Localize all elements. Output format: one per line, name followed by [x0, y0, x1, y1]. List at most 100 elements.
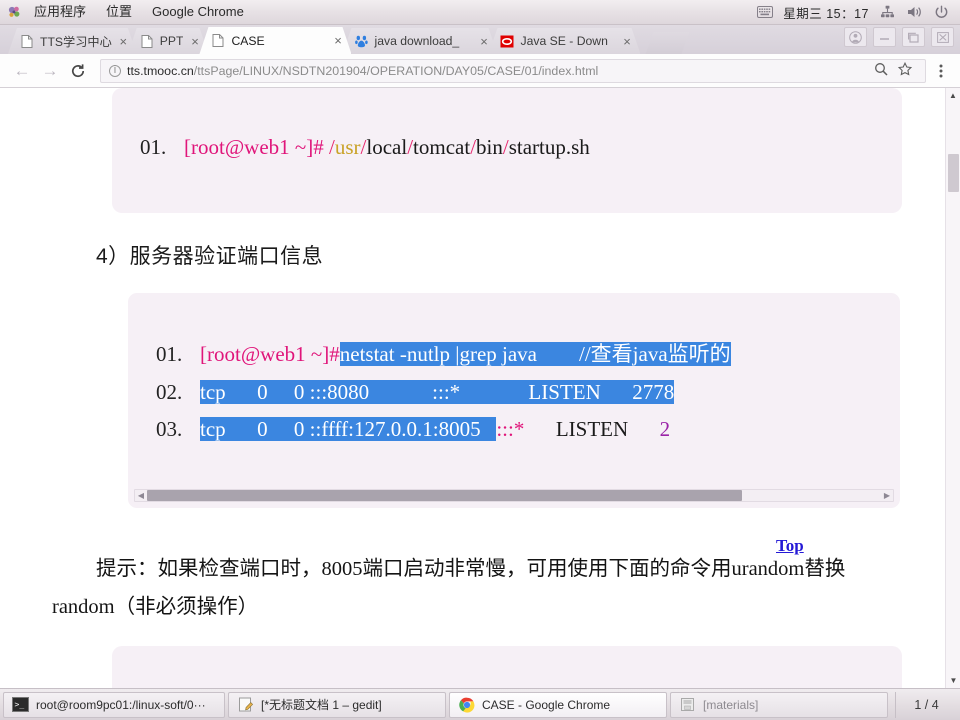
code-line-content: [root@web1 ~]#netstat -nutlp |grep java … [200, 338, 731, 368]
hscroll-thumb[interactable] [147, 490, 742, 501]
taskbar-item-label: [materials] [703, 697, 759, 712]
page-viewport[interactable]: 01. [root@web1 ~]# /usr/local/tomcat/bin… [0, 88, 960, 688]
line-number: 01. [140, 135, 167, 159]
tab-title: CASE [231, 33, 265, 48]
zoom-icon[interactable] [869, 62, 893, 79]
tab-java-se[interactable]: Java SE - Down × [488, 28, 640, 54]
taskbar-item-label: root@room9pc01:/linux-soft/0··· [36, 697, 206, 712]
panel-status-group: 星期三 15：17 [756, 3, 960, 22]
network-icon[interactable] [879, 4, 896, 21]
desktop-taskbar: >_ root@room9pc01:/linux-soft/0··· [*无标题… [0, 688, 960, 720]
screen-root: 应用程序 位置 Google Chrome 星期三 15：17 TTS学习中心 … [0, 0, 960, 720]
tab-title: java download_ [374, 34, 460, 48]
page-icon [20, 34, 34, 48]
tip-paragraph: 提示：如果检查端口时，8005端口启动非常慢，可用使用下面的命令用urandom… [52, 550, 882, 626]
code-seg: bin [476, 135, 503, 159]
code-block-partial [112, 646, 902, 688]
code-line: 01. [root@web1 ~]# /usr/local/tomcat/bin… [112, 135, 902, 160]
keyboard-icon[interactable] [756, 4, 773, 21]
scroll-right-arrow-icon[interactable]: ▶ [881, 491, 893, 500]
taskbar-item-label: CASE - Google Chrome [482, 697, 611, 712]
top-anchor-link[interactable]: Top [776, 536, 804, 556]
close-icon[interactable]: × [330, 33, 345, 48]
selected-text: netstat -nutlp |grep java //查看java监听的 [339, 342, 731, 366]
taskbar-item-chrome[interactable]: CASE - Google Chrome [449, 691, 667, 718]
three-dots-menu-icon[interactable] [930, 63, 952, 79]
taskbar-item-terminal[interactable]: >_ root@room9pc01:/linux-soft/0··· [3, 691, 225, 718]
code-line-content: [root@web1 ~]# /usr/local/tomcat/bin/sta… [184, 135, 590, 160]
chrome-icon [458, 696, 475, 713]
browser-toolbar: ← → i tts.tmooc.cn/ttsPage/LINUX/NSDTN20… [0, 54, 960, 88]
close-icon[interactable]: × [187, 34, 202, 49]
reload-icon[interactable] [64, 58, 92, 84]
scroll-left-arrow-icon[interactable]: ◀ [135, 491, 147, 500]
scroll-up-arrow-icon[interactable]: ▲ [946, 88, 960, 103]
close-icon[interactable] [931, 27, 954, 47]
chrome-window: TTS学习中心 × PPT × CASE × java download_ × … [0, 25, 960, 688]
panel-clock[interactable]: 星期三 15：17 [783, 3, 869, 22]
code-seg: LISTEN [524, 417, 660, 441]
workspace-indicator[interactable]: 1 / 4 [895, 691, 957, 718]
shell-prompt: [root@web1 ~]# [200, 342, 340, 366]
gnome-top-panel: 应用程序 位置 Google Chrome 星期三 15：17 [0, 0, 960, 25]
tab-title: TTS学习中心 [40, 35, 112, 49]
line-number: 01. [156, 342, 183, 366]
user-avatar-icon[interactable] [844, 27, 867, 47]
arrow-right-icon[interactable]: → [36, 58, 64, 84]
svg-text:>_: >_ [15, 700, 25, 709]
line-number: 03. [156, 417, 183, 441]
code-seg: local [366, 135, 408, 159]
tab-case[interactable]: CASE × [199, 27, 351, 54]
gnome-footprint-icon[interactable] [6, 4, 22, 20]
panel-menu-google-chrome[interactable]: Google Chrome [142, 2, 254, 22]
page-icon [140, 34, 154, 48]
url-host: tts.tmooc.cn [127, 63, 194, 78]
tab-java-download[interactable]: java download_ × [342, 28, 497, 54]
page-icon [211, 34, 225, 48]
window-controls [844, 27, 954, 47]
tab-title: PPT [159, 34, 184, 48]
volume-icon[interactable] [906, 4, 923, 21]
code-seg: usr [334, 135, 361, 159]
close-icon[interactable]: × [619, 34, 634, 49]
code-block-hscrollbar[interactable]: ◀ ▶ [134, 489, 894, 502]
address-bar[interactable]: i tts.tmooc.cn/ttsPage/LINUX/NSDTN201904… [100, 58, 926, 83]
code-line: 01. [root@web1 ~]#netstat -nutlp |grep j… [128, 338, 900, 368]
vscroll-thumb[interactable] [948, 154, 959, 192]
minimize-icon[interactable] [873, 27, 896, 47]
panel-menu-places[interactable]: 位置 [96, 2, 142, 22]
oracle-icon [500, 34, 514, 48]
tab-tts[interactable]: TTS学习中心 × [8, 28, 137, 54]
close-icon[interactable]: × [476, 34, 491, 49]
section-heading: 4）服务器验证端口信息 [96, 245, 324, 268]
code-line-content: tcp 0 0 ::ffff:127.0.0.1:8005 :::* LISTE… [200, 417, 670, 442]
page-vertical-scrollbar[interactable]: ▲ ▼ [945, 88, 960, 688]
taskbar-item-materials[interactable]: [materials] [670, 691, 888, 718]
info-icon[interactable]: i [109, 64, 121, 77]
selected-text: tcp 0 0 ::ffff:127.0.0.1:8005 [200, 417, 497, 441]
new-tab-area[interactable] [645, 32, 689, 54]
tab-ppt[interactable]: PPT × [128, 28, 209, 54]
code-line-content: tcp 0 0 :::8080 :::* LISTEN 2778 [200, 380, 675, 405]
arrow-left-icon[interactable]: ← [8, 58, 36, 84]
scroll-down-arrow-icon[interactable]: ▼ [946, 673, 960, 688]
close-icon[interactable]: × [116, 34, 131, 49]
code-seg: :::* [496, 417, 525, 441]
gedit-icon [237, 696, 254, 713]
shell-prompt: [root@web1 ~]# [184, 135, 324, 159]
tip-line-1: 提示：如果检查端口时，8005端口启动非常慢，可用使用下面的命令用 [96, 558, 732, 580]
code-seg: startup.sh [508, 135, 590, 159]
maximize-icon[interactable] [902, 27, 925, 47]
code-seg: 2 [659, 417, 671, 441]
url-path: /ttsPage/LINUX/NSDTN201904/OPERATION/DAY… [193, 63, 599, 78]
selected-text: tcp 0 0 :::8080 :::* LISTEN 2778 [200, 380, 675, 404]
panel-menu-applications[interactable]: 应用程序 [24, 2, 96, 22]
hscroll-track[interactable] [147, 490, 881, 501]
star-icon[interactable] [893, 61, 917, 79]
taskbar-item-label: [*无标题文档 1 – gedit] [261, 698, 382, 712]
terminal-icon: >_ [12, 696, 29, 713]
power-icon[interactable] [933, 4, 950, 21]
code-block-netstat: 01. [root@web1 ~]#netstat -nutlp |grep j… [128, 293, 900, 508]
baidu-icon [354, 34, 368, 48]
taskbar-item-gedit[interactable]: [*无标题文档 1 – gedit] [228, 691, 446, 718]
